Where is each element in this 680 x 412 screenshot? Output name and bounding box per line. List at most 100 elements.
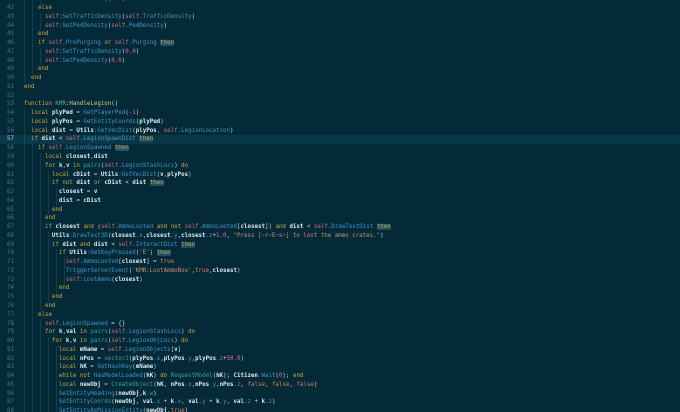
code-line[interactable]: 75 end: [0, 293, 680, 302]
code-line[interactable]: 65 end: [0, 205, 680, 215]
code-line[interactable]: 54 local plyPed = GetPlayerPed(-1): [0, 109, 680, 118]
line-number[interactable]: 69: [0, 241, 14, 250]
line-number[interactable]: 79: [0, 328, 14, 337]
line-number[interactable]: 48: [0, 57, 14, 66]
code-line[interactable]: 55 local plyPos = GetEntityCoords(plyPed…: [0, 117, 680, 127]
code-line[interactable]: 61 local cDist = Utils:GetVecDist(v,plyP…: [0, 170, 680, 180]
line-number[interactable]: 67: [0, 223, 14, 232]
code-line[interactable]: 73 self:LootAmmo(closest): [0, 275, 680, 285]
line-number[interactable]: 85: [0, 381, 14, 390]
line-number[interactable]: 47: [0, 48, 14, 57]
code-line[interactable]: 64 dist = cDist: [0, 196, 680, 206]
code-text: if Utils:GetKeyPressed('E') then: [58, 250, 171, 257]
line-number[interactable]: 49: [0, 65, 14, 74]
line-number[interactable]: 80: [0, 337, 14, 346]
code-line[interactable]: 60 for k,v in pairs(self.LegionStashLocs…: [0, 161, 680, 171]
code-text: if closest and (self.AmmoLooted and not …: [44, 224, 391, 231]
code-line[interactable]: 66 end: [0, 214, 680, 224]
code-line[interactable]: 80 for k,v in pairs(self.LegionObjLocs) …: [0, 337, 680, 346]
line-number[interactable]: 87: [0, 398, 14, 407]
code-line[interactable]: 78 self.LegionSpawned = {}: [0, 319, 680, 329]
code-line[interactable]: 47 self:SetTrafficDensity(0.0): [0, 47, 680, 57]
line-number[interactable]: 72: [0, 267, 14, 276]
line-number[interactable]: 46: [0, 39, 14, 48]
code-line[interactable]: 81 local mName = self.LegionObjects[v]: [0, 345, 680, 355]
line-number[interactable]: 83: [0, 363, 14, 372]
line-number[interactable]: 53: [0, 100, 14, 109]
code-line[interactable]: 68 Utils:DrawText3D(closest.x,closest.y,…: [0, 231, 680, 241]
code-line[interactable]: 62 if not dist or cDist < dist then: [0, 179, 680, 189]
line-number[interactable]: 44: [0, 22, 14, 31]
code-line[interactable]: 87 SetEntityCoords(newObj, val.x + k.x, …: [0, 398, 680, 408]
code-editor[interactable]: 41 self:SetPedDensity(0.0)42 else43 self…: [0, 0, 680, 412]
code-line[interactable]: 74 end: [0, 284, 680, 294]
code-text: local dist = Utils:GetVecDist(plyPos, se…: [30, 127, 234, 134]
line-number[interactable]: 62: [0, 179, 14, 188]
code-line[interactable]: 46 if self.PrePurging or self.Purging th…: [0, 39, 680, 48]
line-number[interactable]: 43: [0, 13, 14, 22]
line-number[interactable]: 57: [0, 135, 14, 144]
code-line[interactable]: 51 end: [0, 83, 680, 92]
line-number[interactable]: 64: [0, 197, 14, 206]
code-line[interactable]: 45 end: [0, 30, 680, 40]
line-number[interactable]: 61: [0, 171, 14, 180]
line-number[interactable]: 66: [0, 214, 14, 223]
line-number[interactable]: 50: [0, 74, 14, 83]
code-line[interactable]: 79 for k,val in pairs(self.LegionStashLo…: [0, 328, 680, 338]
line-number[interactable]: 58: [0, 144, 14, 153]
code-line[interactable]: 85 local newObj = CreateObject(hK, nPos.…: [0, 380, 680, 390]
line-number[interactable]: 59: [0, 153, 14, 162]
line-number[interactable]: 63: [0, 188, 14, 197]
line-number[interactable]: 75: [0, 293, 14, 302]
line-number[interactable]: 55: [0, 118, 14, 127]
code-line[interactable]: 56 local dist = Utils:GetVecDist(plyPos,…: [0, 126, 680, 136]
line-number[interactable]: 68: [0, 232, 14, 241]
code-line[interactable]: 44 self:SetPedDensity(self.PedDensity): [0, 21, 680, 31]
code-line[interactable]: 53 function KMR:HandleLegion(): [0, 100, 680, 109]
line-number[interactable]: 65: [0, 206, 14, 215]
code-line[interactable]: 49 end: [0, 65, 680, 75]
line-number[interactable]: 84: [0, 372, 14, 381]
code-line[interactable]: 77 else: [0, 310, 680, 320]
code-line[interactable]: 84 while not HasModelLoaded(hK) do Reque…: [0, 372, 680, 381]
code-line[interactable]: 59 local closest,dist: [0, 152, 680, 162]
line-number[interactable]: 56: [0, 127, 14, 136]
line-number[interactable]: 60: [0, 162, 14, 171]
line-number[interactable]: 70: [0, 249, 14, 258]
code-line[interactable]: 82 local nPos = vector3(plyPos.x,plyPos.…: [0, 354, 680, 364]
code-line[interactable]: 71 self.AmmoLooted[closest] = true: [0, 258, 680, 267]
code-line[interactable]: 86 SetEntityHeading(newObj,k.w): [0, 389, 680, 399]
line-number[interactable]: 78: [0, 320, 14, 329]
code-line[interactable]: 48 self:SetPedDensity(0.0): [0, 56, 680, 66]
line-number[interactable]: 73: [0, 276, 14, 285]
line-number[interactable]: 71: [0, 258, 14, 267]
code-line[interactable]: 63 closest = v: [0, 188, 680, 197]
line-number[interactable]: 52: [0, 92, 14, 101]
code-line[interactable]: 50 end: [0, 74, 680, 83]
code-line[interactable]: 76 end: [0, 302, 680, 311]
code-line[interactable]: 69 if dist and dist < self.InteractDist …: [0, 240, 680, 250]
line-number[interactable]: 82: [0, 355, 14, 364]
code-line[interactable]: 83 local hK = GetHashKey(mName): [0, 363, 680, 373]
line-number[interactable]: 45: [0, 30, 14, 39]
line-number[interactable]: 74: [0, 284, 14, 293]
line-number[interactable]: 54: [0, 109, 14, 118]
code-line[interactable]: 52: [0, 92, 680, 101]
code-line[interactable]: 67 if closest and (self.AmmoLooted and n…: [0, 223, 680, 232]
code-line[interactable]: 70 if Utils:GetKeyPressed('E') then: [0, 249, 680, 259]
code-line[interactable]: 72 TriggerServerEvent('KMR:LootAmmoBox',…: [0, 266, 680, 276]
line-number[interactable]: 88: [0, 407, 14, 412]
code-line[interactable]: 57 if dist < self.LegionSpawnDist then: [0, 135, 680, 145]
code-line[interactable]: 42 else: [0, 3, 680, 13]
line-number[interactable]: 42: [0, 4, 14, 13]
code-line[interactable]: 43 self:SetTrafficDensity(self.TrafficDe…: [0, 12, 680, 22]
code-line[interactable]: 88 SetEntityAsMissionEntity(newObj,true): [0, 407, 680, 412]
line-number[interactable]: 81: [0, 346, 14, 355]
code-text: self:SetTrafficDensity(0.0): [44, 48, 140, 55]
line-number[interactable]: 77: [0, 311, 14, 320]
line-number[interactable]: 86: [0, 390, 14, 399]
code-line[interactable]: 58 if self.LegionSpawned then: [0, 144, 680, 153]
code-text: local cDist = Utils:GetVecDist(v,plyPos): [51, 171, 192, 178]
line-number[interactable]: 51: [0, 83, 14, 92]
line-number[interactable]: 76: [0, 302, 14, 311]
